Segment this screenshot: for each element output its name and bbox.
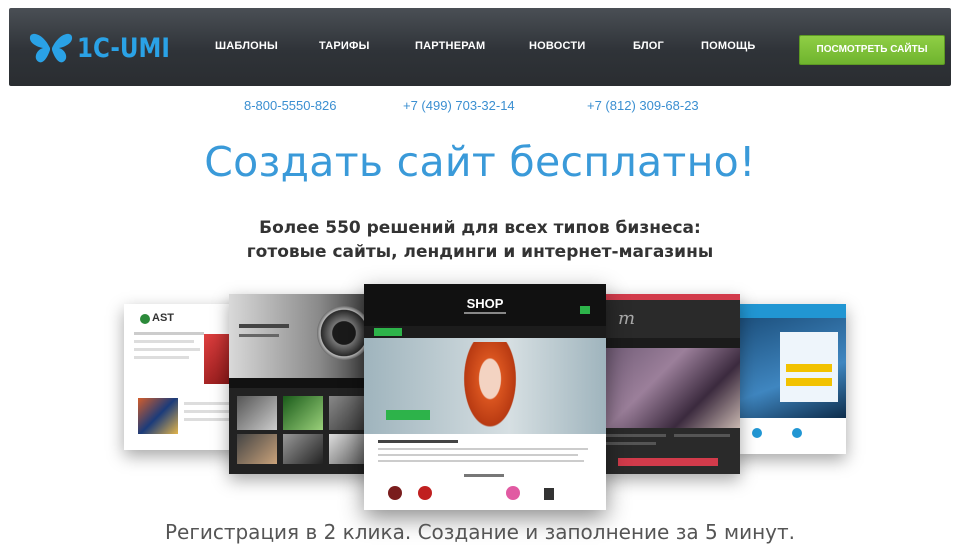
script-logo-icon: m	[618, 308, 636, 329]
butterfly-icon	[29, 33, 73, 63]
leaf-icon	[140, 314, 150, 324]
template-preview[interactable]: m	[598, 294, 740, 474]
top-navigation-bar: 1C-UMI ШАБЛОНЫ ТАРИФЫ ПАРТНЕРАМ НОВОСТИ …	[9, 8, 951, 86]
page-title: Создать сайт бесплатно!	[204, 138, 756, 186]
nav-item-templates[interactable]: ШАБЛОНЫ	[215, 40, 278, 52]
nav-item-help[interactable]: ПОМОЩЬ	[701, 40, 756, 52]
site-logo[interactable]: 1C-UMI	[29, 28, 186, 68]
phone-number[interactable]: +7 (499) 703-32-14	[403, 98, 515, 113]
template-preview[interactable]	[732, 304, 846, 454]
phone-number[interactable]: +7 (812) 309-68-23	[587, 98, 699, 113]
phone-number[interactable]: 8-800-5550-826	[244, 98, 337, 113]
phone-numbers: 8-800-5550-826 +7 (499) 703-32-14 +7 (81…	[0, 98, 960, 118]
nav-item-blog[interactable]: БЛОГ	[633, 40, 664, 52]
nav-item-pricing[interactable]: ТАРИФЫ	[319, 40, 370, 52]
logo-text: 1C-UMI	[77, 32, 170, 64]
template-preview-featured[interactable]: SHOP	[364, 284, 606, 510]
view-sites-button[interactable]: ПОСМОТРЕТЬ САЙТЫ	[799, 35, 945, 65]
template-logo: AST	[152, 312, 174, 324]
subtitle-line: готовые сайты, лендинги и интернет-магаз…	[246, 242, 714, 262]
nav-item-partners[interactable]: ПАРТНЕРАМ	[415, 40, 485, 52]
page-subtitle: Более 550 решений для всех типов бизнеса…	[0, 216, 960, 264]
nav-item-news[interactable]: НОВОСТИ	[529, 40, 585, 52]
registration-note: Регистрация в 2 клика. Создание и заполн…	[164, 520, 796, 544]
subtitle-line: Более 550 решений для всех типов бизнеса…	[259, 218, 701, 238]
template-showcase: AST m SHOP	[0, 280, 960, 510]
template-preview[interactable]	[229, 294, 379, 474]
shop-logo: SHOP	[466, 296, 504, 311]
cart-icon	[580, 306, 590, 314]
